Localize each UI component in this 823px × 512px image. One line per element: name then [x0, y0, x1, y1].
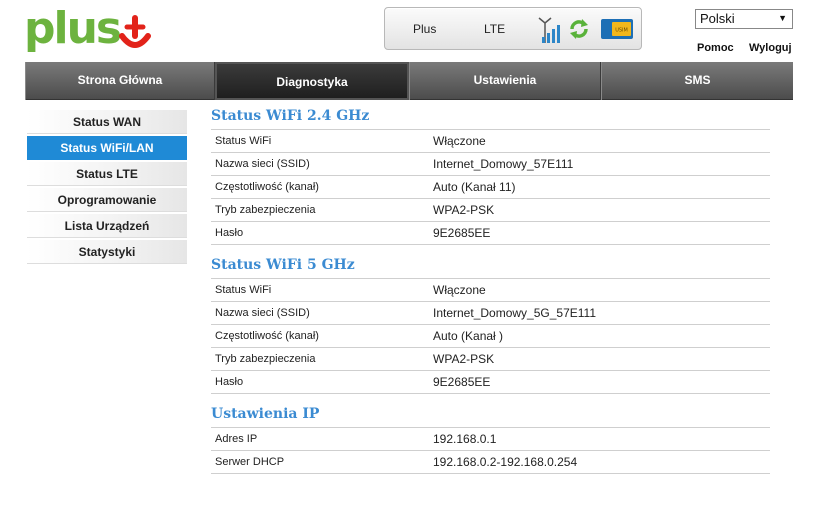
dropdown-arrow-icon: ▼ — [778, 13, 787, 23]
connection-status-panel: Plus LTE USIM — [384, 7, 642, 50]
row-label: Nazwa sieci (SSID) — [215, 307, 310, 319]
main-navigation: Strona Główna Diagnostyka Ustawienia SMS — [25, 62, 793, 100]
row-label: Hasło — [215, 376, 244, 388]
row-label: Status WiFi — [215, 135, 272, 147]
wifi-24-table: Status WiFi Włączone Nazwa sieci (SSID) In… — [211, 129, 770, 245]
logout-link[interactable]: Wyloguj — [749, 42, 792, 54]
language-select[interactable]: Polski ▼ — [695, 9, 793, 29]
row-value: WPA2-PSK — [433, 203, 495, 217]
section-title-ip-settings: Ustawienia IP — [211, 406, 320, 422]
row-label: Częstotliwość (kanał) — [215, 330, 319, 342]
tab-settings[interactable]: Ustawienia — [409, 62, 601, 100]
section-title-wifi-5: Status WiFi 5 GHz — [211, 257, 355, 273]
help-link[interactable]: Pomoc — [697, 42, 734, 54]
sidebar-item-wan-status[interactable]: Status WAN — [27, 110, 187, 134]
plus-logo[interactable]: plus — [24, 4, 154, 56]
table-row: Adres IP 192.168.0.1 — [211, 427, 770, 451]
row-label: Status WiFi — [215, 284, 272, 296]
row-value: Auto (Kanał ) — [433, 329, 504, 343]
row-value: Auto (Kanał 11) — [433, 180, 516, 194]
table-row: Status WiFi Włączone — [211, 278, 770, 302]
section-title-wifi-24: Status WiFi 2.4 GHz — [211, 108, 370, 124]
row-value: 9E2685EE — [433, 226, 491, 240]
row-value: 9E2685EE — [433, 375, 491, 389]
row-label: Tryb zabezpieczenia — [215, 204, 316, 216]
tab-diagnostics[interactable]: Diagnostyka — [215, 62, 409, 100]
row-value: Włączone — [433, 283, 486, 297]
row-label: Tryb zabezpieczenia — [215, 353, 316, 365]
row-value: WPA2-PSK — [433, 352, 495, 366]
sim-label: USIM — [615, 28, 628, 34]
table-row: Hasło 9E2685EE — [211, 370, 770, 394]
operator-name: Plus — [413, 22, 437, 36]
plus-mark-icon — [119, 15, 151, 48]
row-label: Hasło — [215, 227, 244, 239]
sidebar-item-device-list[interactable]: Lista Urządzeń — [27, 214, 187, 238]
row-value: 192.168.0.2-192.168.0.254 — [433, 455, 578, 469]
tab-sms[interactable]: SMS — [601, 62, 793, 100]
table-row: Tryb zabezpieczenia WPA2-PSK — [211, 347, 770, 371]
language-value: Polski — [700, 11, 735, 26]
row-label: Adres IP — [215, 433, 258, 445]
row-value: Włączone — [433, 134, 486, 148]
logo-text: plus — [24, 3, 122, 54]
row-value: Internet_Domowy_57E111 — [433, 157, 574, 171]
sidebar-item-lte-status[interactable]: Status LTE — [27, 162, 187, 186]
refresh-icon[interactable] — [568, 18, 590, 40]
table-row: Status WiFi Włączone — [211, 129, 770, 153]
table-row: Tryb zabezpieczenia WPA2-PSK — [211, 198, 770, 222]
sidebar-item-statistics[interactable]: Statystyki — [27, 240, 187, 264]
row-label: Nazwa sieci (SSID) — [215, 158, 310, 170]
row-label: Serwer DHCP — [215, 456, 285, 468]
sidebar-menu: Status WAN Status WiFi/LAN Status LTE Op… — [27, 110, 187, 266]
wifi-5-table: Status WiFi Włączone Nazwa sieci (SSID) In… — [211, 278, 770, 394]
row-value: 192.168.0.1 — [433, 432, 497, 446]
row-label: Częstotliwość (kanał) — [215, 181, 319, 193]
sidebar-item-wifi-lan-status[interactable]: Status WiFi/LAN — [27, 136, 187, 160]
signal-bars-icon — [538, 17, 560, 43]
sidebar-item-firmware[interactable]: Oprogramowanie — [27, 188, 187, 212]
ip-settings-table: Adres IP 192.168.0.1 Serwer DHCP 192.168.0… — [211, 427, 770, 474]
main-content: Status WiFi 2.4 GHz Status WiFi Włączone … — [211, 104, 770, 482]
tab-home[interactable]: Strona Główna — [25, 62, 215, 100]
table-row: Częstotliwość (kanał) Auto (Kanał 11) — [211, 175, 770, 199]
table-row: Nazwa sieci (SSID) Internet_Domowy_5G_57E… — [211, 301, 770, 325]
table-row: Hasło 9E2685EE — [211, 221, 770, 245]
sim-card-icon: USIM — [601, 19, 633, 39]
network-type: LTE — [484, 22, 506, 36]
table-row: Serwer DHCP 192.168.0.2-192.168.0.254 — [211, 450, 770, 474]
table-row: Nazwa sieci (SSID) Internet_Domowy_57E111 — [211, 152, 770, 176]
table-row: Częstotliwość (kanał) Auto (Kanał ) — [211, 324, 770, 348]
row-value: Internet_Domowy_5G_57E111 — [433, 306, 596, 320]
